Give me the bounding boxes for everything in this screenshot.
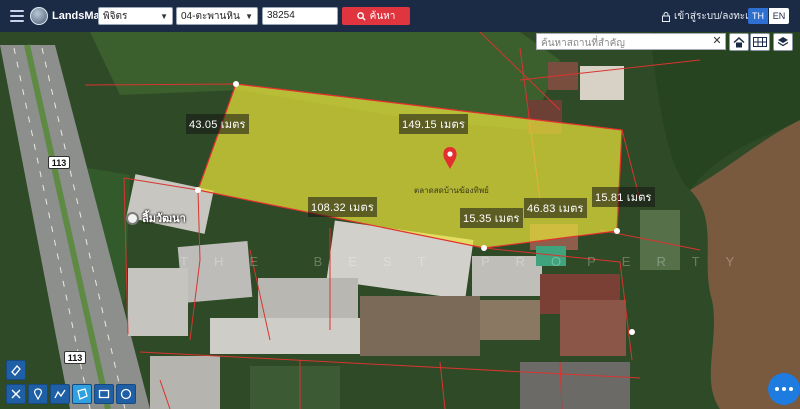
grid-icon [753, 37, 767, 47]
circle-tool-button[interactable] [116, 384, 136, 404]
lock-icon [662, 11, 670, 22]
polygon-tool-button[interactable] [72, 384, 92, 404]
rectangle-tool-button[interactable] [94, 384, 114, 404]
edge-length-label: 46.83 เมตร [524, 198, 587, 218]
district-select[interactable]: 04-ตะพานหิน ▼ [176, 7, 258, 25]
pin-icon [34, 388, 42, 400]
province-select-value: พิจิตร [103, 10, 128, 22]
polyline-tool-button[interactable] [50, 384, 70, 404]
layers-icon [777, 37, 789, 47]
home-button[interactable] [729, 33, 749, 51]
search-icon [356, 11, 366, 21]
top-bar: LandsMaps พิจิตร ▼ 04-ตะพานหิน ▼ 38254 ค… [0, 0, 800, 32]
parcel-pin-label: ตลาดสดบ้านฆ้องทิพย์ [414, 186, 489, 195]
edge-length-label: 149.15 เมตร [399, 114, 468, 134]
rectangle-icon [98, 389, 110, 399]
lang-en-button[interactable]: EN [769, 8, 789, 24]
road-shield-icon: 113 [64, 351, 86, 364]
edge-length-label: 43.05 เมตร [186, 114, 249, 134]
parcel-number-input[interactable]: 38254 [262, 7, 338, 25]
home-icon [733, 36, 745, 47]
poi-icon [126, 211, 139, 225]
ruler-icon [11, 389, 21, 399]
chevron-down-icon: ▼ [245, 11, 253, 21]
hamburger-menu-icon[interactable] [10, 10, 24, 22]
road-shield-icon: 113 [48, 156, 70, 169]
province-select[interactable]: พิจิตร ▼ [98, 7, 173, 25]
polyline-icon [54, 389, 66, 399]
search-button[interactable]: ค้นหา [342, 7, 410, 25]
edge-length-label: 15.35 เมตร [460, 208, 523, 228]
chevron-down-icon: ▼ [160, 11, 168, 21]
edge-length-label: 15.81 เมตร [592, 187, 655, 207]
lang-th-button[interactable]: TH [748, 8, 768, 24]
more-options-button[interactable] [768, 373, 800, 405]
marker-tool-button[interactable] [28, 384, 48, 404]
circle-icon [120, 388, 132, 400]
satellite-map[interactable]: THE BEST PROPERTY 43.05 เมตร 149.15 เมตร… [0, 32, 800, 409]
district-select-value: 04-ตะพานหิน [181, 10, 240, 22]
eraser-icon [11, 365, 21, 376]
place-search-input[interactable]: ค้นหาสถานที่สำคัญ [536, 33, 726, 50]
eraser-tool-button[interactable] [6, 360, 26, 380]
map-watermark: THE BEST PROPERTY [180, 254, 761, 269]
grid-view-button[interactable] [750, 33, 770, 51]
polygon-icon [77, 388, 88, 400]
edge-length-label: 108.32 เมตร [308, 197, 377, 217]
map-imagery [0, 32, 800, 409]
measure-tool-button[interactable] [6, 384, 26, 404]
search-button-label: ค้นหา [369, 10, 396, 22]
brand-logo [30, 7, 48, 25]
layers-button[interactable] [773, 33, 793, 51]
close-icon[interactable]: ✕ [711, 34, 723, 48]
poi-marker[interactable]: ลิ้มวัฒนา [126, 209, 186, 227]
poi-name: ลิ้มวัฒนา [142, 213, 186, 225]
drawing-toolbar [6, 384, 136, 404]
